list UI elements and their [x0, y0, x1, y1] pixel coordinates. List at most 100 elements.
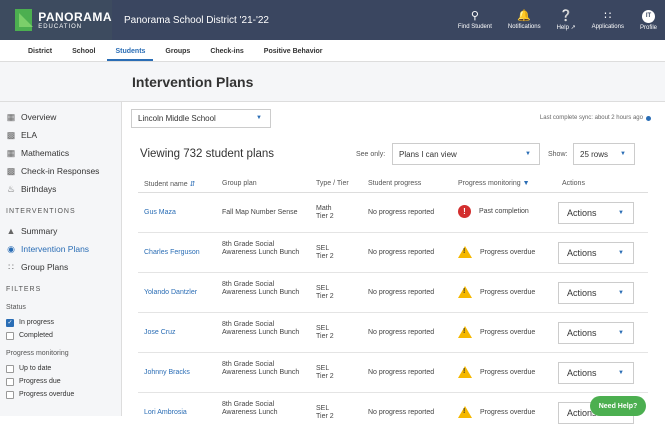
actions-button[interactable]: Actions▼ [558, 282, 634, 304]
student-name-link[interactable]: Johnny Bracks [144, 369, 190, 376]
chevron-down-icon: ▼ [618, 290, 624, 296]
group-plan: 8th Grade Social Awareness Lunch Bunch [222, 281, 300, 296]
type-tier: SEL Tier 2 [316, 285, 334, 300]
filter-up-to-date[interactable]: Up to date [0, 362, 121, 375]
target-icon: ◉ [7, 243, 15, 254]
type-tier: SEL Tier 2 [316, 405, 334, 420]
school-select[interactable]: Lincoln Middle School ▼ [131, 109, 271, 128]
progress-monitoring-status: Progress overdue [458, 246, 535, 258]
tab-groups[interactable]: Groups [157, 48, 198, 61]
calculator-icon: ▦ [6, 147, 16, 158]
sidebar-item-intervention-plans[interactable]: ◉ Intervention Plans [0, 240, 121, 258]
student-name-link[interactable]: Lori Ambrosia [144, 409, 187, 416]
page-title: Intervention Plans [132, 74, 254, 90]
help-button[interactable]: ❔ Help ↗ [549, 0, 584, 40]
checkbox-checked-icon[interactable]: ✓ [6, 318, 14, 327]
progress-monitoring-status: Progress overdue [458, 286, 535, 298]
chevron-down-icon: ▼ [256, 115, 262, 121]
group-plan: 8th Grade Social Awareness Lunch Bunch [222, 361, 300, 376]
find-student-button[interactable]: ⚲ Find Student [450, 0, 500, 40]
sidebar-item-ela[interactable]: ▩ ELA [0, 126, 121, 144]
sort-down-icon[interactable]: ▼ [523, 180, 530, 187]
column-header-actions: Actions [562, 180, 585, 187]
column-header-type-tier: Type / Tier [316, 180, 349, 187]
need-help-button[interactable]: Need Help? [590, 396, 646, 416]
table-row: Gus Maza Fall Map Number Sense Math Tier … [138, 193, 648, 233]
tab-district[interactable]: District [20, 48, 60, 61]
student-progress: No progress reported [368, 409, 435, 416]
sidebar-item-birthdays[interactable]: ♨ Birthdays [0, 180, 121, 198]
table-row: Lori Ambrosia 8th Grade Social Awareness… [138, 393, 648, 424]
error-icon: ! [458, 205, 471, 218]
notifications-button[interactable]: 🔔 Notifications [500, 0, 549, 40]
sync-status: Last complete sync: about 2 hours ago [539, 115, 643, 121]
panorama-logo[interactable]: PANORAMA EDUCATION [0, 0, 112, 40]
info-icon[interactable] [646, 116, 651, 121]
chevron-down-icon: ▼ [618, 210, 624, 216]
student-name-link[interactable]: Jose Cruz [144, 329, 176, 336]
actions-button[interactable]: Actions▼ [558, 322, 634, 344]
viewing-count: Viewing 732 student plans [140, 148, 275, 160]
sidebar-item-mathematics[interactable]: ▦ Mathematics [0, 144, 121, 162]
actions-button[interactable]: Actions▼ [558, 242, 634, 264]
tab-school[interactable]: School [64, 48, 103, 61]
see-only-select[interactable]: Plans I can view ▼ [392, 143, 540, 165]
actions-button[interactable]: Actions▼ [558, 202, 634, 224]
sidebar-item-summary[interactable]: ▲ Summary [0, 222, 121, 240]
tab-check-ins[interactable]: Check-ins [202, 48, 251, 61]
table-row: Jose Cruz 8th Grade Social Awareness Lun… [138, 313, 648, 353]
checkbox-icon[interactable] [6, 364, 14, 373]
checkbox-icon[interactable] [6, 331, 14, 340]
sub-nav: District School Students Groups Check-in… [0, 40, 665, 62]
tab-students[interactable]: Students [107, 48, 154, 61]
column-header-progress-monitoring[interactable]: Progress monitoring ▼ [458, 180, 530, 187]
bell-icon: 🔔 [517, 10, 532, 22]
tab-positive-behavior[interactable]: Positive Behavior [256, 48, 331, 61]
actions-button[interactable]: Actions▼ [558, 362, 634, 384]
sidebar: ▦ Overview ▩ ELA ▦ Mathematics ▩ Check-i… [0, 102, 122, 416]
sidebar-item-overview[interactable]: ▦ Overview [0, 108, 121, 126]
group-icon: ∷ [8, 261, 14, 272]
column-header-student-name[interactable]: Student name ⇵ [144, 180, 195, 188]
progress-monitoring-status: Progress overdue [458, 406, 535, 418]
type-tier: SEL Tier 2 [316, 365, 334, 380]
progress-filter-label: Progress monitoring [6, 350, 69, 357]
student-name-link[interactable]: Yolando Dantzler [144, 289, 197, 296]
show-label: Show: [548, 151, 568, 158]
district-name: Panorama School District '21-'22 [124, 14, 269, 26]
applications-button[interactable]: ∷ Applications [584, 0, 632, 40]
progress-monitoring-status: ! Past completion [458, 205, 529, 218]
checkbox-icon[interactable] [6, 377, 14, 386]
overview-icon: ▦ [6, 111, 16, 122]
filter-progress-overdue[interactable]: Progress overdue [0, 388, 121, 401]
type-tier: Math Tier 2 [316, 205, 334, 220]
sidebar-item-check-in-responses[interactable]: ▩ Check-in Responses [0, 162, 121, 180]
grid-icon: ∷ [604, 10, 612, 22]
checkbox-icon[interactable] [6, 390, 14, 399]
chevron-down-icon: ▼ [618, 330, 624, 336]
book-icon: ▩ [6, 129, 16, 140]
top-bar: PANORAMA EDUCATION Panorama School Distr… [0, 0, 665, 40]
status-filter-label: Status [6, 304, 26, 311]
filter-in-progress[interactable]: ✓ In progress [0, 316, 121, 329]
student-name-link[interactable]: Gus Maza [144, 209, 176, 216]
chevron-down-icon: ▼ [620, 151, 626, 157]
student-progress: No progress reported [368, 249, 435, 256]
group-plan: 8th Grade Social Awareness Lunch Bunch [222, 241, 300, 256]
progress-monitoring-status: Progress overdue [458, 366, 535, 378]
sort-icon[interactable]: ⇵ [190, 181, 196, 188]
search-icon: ⚲ [470, 10, 479, 22]
filter-progress-due[interactable]: Progress due [0, 375, 121, 388]
chevron-down-icon: ▼ [618, 370, 624, 376]
profile-button[interactable]: IT Profile [632, 0, 665, 40]
table-row: Johnny Bracks 8th Grade Social Awareness… [138, 353, 648, 393]
rows-per-page-select[interactable]: 25 rows ▼ [573, 143, 635, 165]
sidebar-item-group-plans[interactable]: ∷ Group Plans [0, 258, 121, 276]
chevron-down-icon: ▼ [525, 151, 531, 157]
warning-icon [458, 286, 472, 298]
type-tier: SEL Tier 2 [316, 245, 334, 260]
warning-icon [458, 366, 472, 378]
student-name-link[interactable]: Charles Ferguson [144, 249, 200, 256]
type-tier: SEL Tier 2 [316, 325, 334, 340]
filter-completed[interactable]: Completed [0, 329, 121, 342]
